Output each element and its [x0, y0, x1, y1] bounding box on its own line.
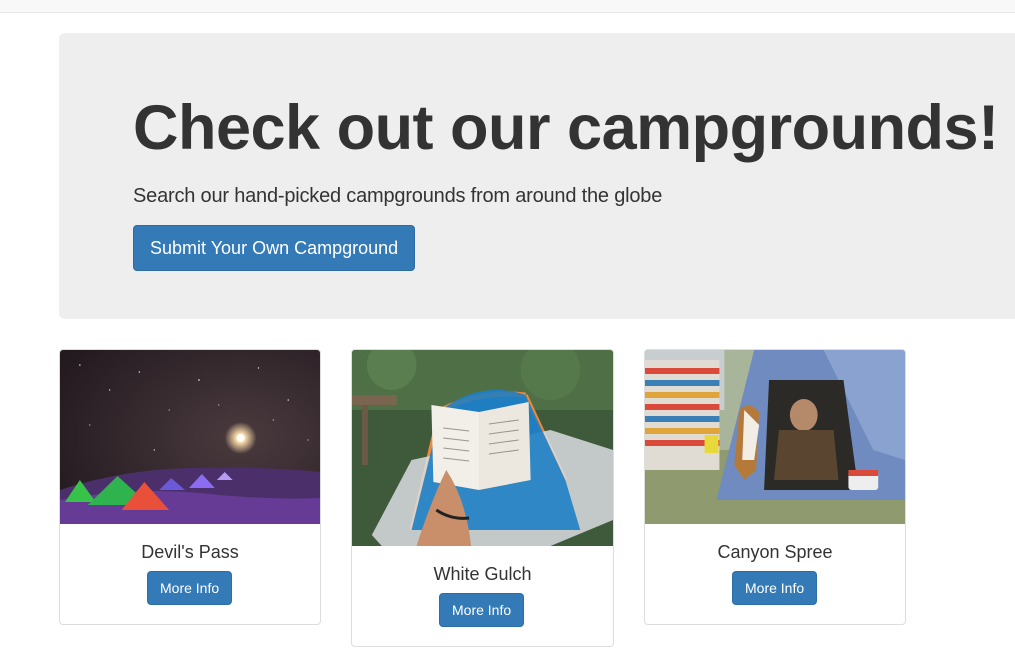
campground-image[interactable] — [645, 350, 905, 524]
campground-image[interactable] — [60, 350, 320, 524]
campground-card: Canyon Spree More Info — [644, 349, 906, 625]
page-subtitle: Search our hand-picked campgrounds from … — [133, 185, 663, 207]
navbar — [0, 0, 1015, 13]
page-title: Check out our campgrounds! — [133, 93, 999, 163]
more-info-button[interactable]: More Info — [147, 571, 233, 605]
more-info-button[interactable]: More Info — [732, 571, 818, 605]
campground-name: Canyon Spree — [717, 542, 833, 562]
campground-name: Devil's Pass — [141, 542, 239, 562]
jumbotron: Check out our campgrounds! Search our ha… — [59, 33, 1015, 319]
submit-campground-button[interactable]: Submit Your Own Campground — [133, 225, 416, 271]
campground-card: White Gulch More Info — [351, 349, 614, 647]
campground-image[interactable] — [352, 350, 613, 546]
campground-name: White Gulch — [433, 564, 532, 584]
more-info-button[interactable]: More Info — [439, 593, 525, 627]
campground-card: Devil's Pass More Info — [59, 349, 321, 625]
